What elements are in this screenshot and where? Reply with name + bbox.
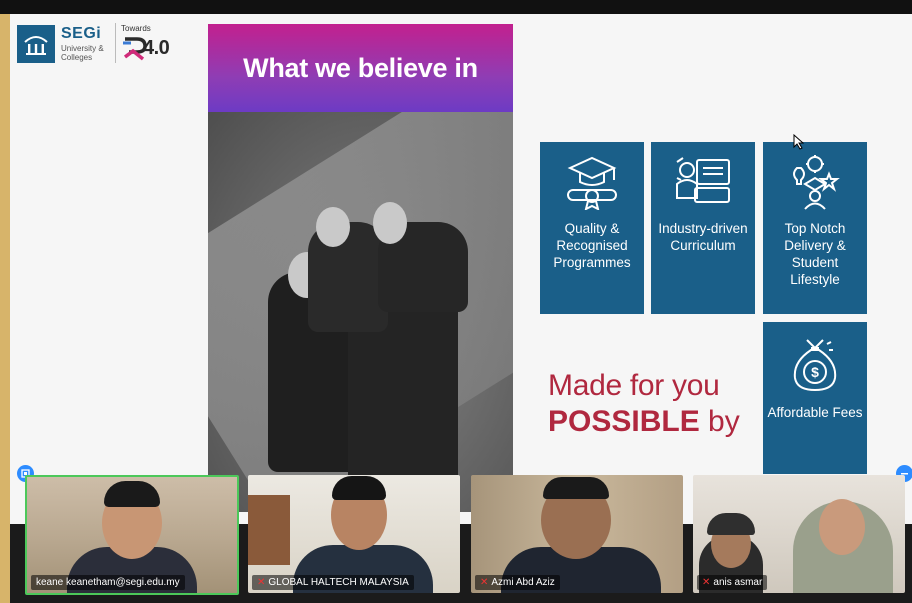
muted-mic-icon: ✕ — [702, 577, 711, 588]
graduates-photo — [208, 112, 513, 512]
participant-video-tile[interactable]: ✕ Azmi Abd Aziz — [471, 475, 683, 593]
participant-name: Azmi Abd Aziz — [491, 577, 555, 588]
logo-towards-text: Towards — [121, 24, 151, 33]
tagline-line-1: Made for you — [548, 369, 720, 402]
participant-video-strip: keane keanetham@segi.edu.my ✕ GLOBAL HAL… — [0, 470, 912, 603]
delivery-lifestyle-tile: Top Notch Delivery & Student Lifestyle — [763, 142, 867, 314]
participant-name-label: ✕ anis asmar — [697, 575, 768, 590]
mouse-cursor-icon — [793, 134, 805, 150]
segi-logo: SEGi University & Colleges Towards 4.0 — [17, 21, 197, 63]
participant-name-label: keane keanetham@segi.edu.my — [31, 575, 185, 590]
quality-programmes-tile: Quality & Recognised Programmes — [540, 142, 644, 314]
logo-subtitle: University & Colleges — [61, 44, 104, 62]
bookshelf — [248, 495, 290, 565]
student-lifestyle-icon — [793, 155, 840, 210]
shared-screen-slide: SEGi University & Colleges Towards 4.0 W… — [10, 14, 912, 524]
participant-hair — [104, 481, 160, 507]
tile-label: Industry-driven Curriculum — [658, 221, 748, 253]
tagline-line-2: POSSIBLE by — [548, 405, 740, 439]
slide-title-banner: What we believe in — [208, 24, 513, 112]
affordable-fees-tile: $ Affordable Fees — [763, 322, 867, 474]
participant-hijab — [707, 513, 755, 535]
muted-mic-icon: ✕ — [257, 577, 266, 588]
participant-name-label: ✕ Azmi Abd Aziz — [475, 575, 560, 590]
participant-video-tile[interactable]: ✕ anis asmar — [693, 475, 905, 593]
participant-name: keane keanetham@segi.edu.my — [36, 577, 180, 588]
money-bag-icon: $ — [793, 339, 837, 392]
svg-text:$: $ — [811, 364, 819, 380]
participant-name-label: ✕ GLOBAL HALTECH MALAYSIA — [252, 575, 414, 590]
tagline: Made for you POSSIBLE by — [548, 369, 740, 439]
window-top-bar — [0, 0, 912, 14]
industry-worker-icon — [676, 157, 730, 203]
university-building-icon — [17, 25, 55, 63]
tile-label: Quality & Recognised Programmes — [553, 221, 631, 270]
participant-video-tile[interactable]: ✕ GLOBAL HALTECH MALAYSIA — [248, 475, 460, 593]
tile-label: Affordable Fees — [767, 405, 863, 420]
graduation-diploma-icon — [567, 156, 617, 210]
participant-name: GLOBAL HALTECH MALAYSIA — [268, 577, 409, 588]
muted-mic-icon: ✕ — [480, 577, 489, 588]
logo-divider — [115, 23, 116, 63]
participant-face — [819, 499, 865, 555]
participant-hair — [543, 477, 609, 499]
logo-name: SEGi — [61, 25, 102, 42]
tagline-bold: POSSIBLE — [548, 405, 700, 438]
participant-name: anis asmar — [713, 577, 763, 588]
tagline-rest: by — [708, 405, 740, 438]
participant-hair — [332, 476, 386, 500]
slide-title: What we believe in — [243, 52, 478, 83]
industry-curriculum-tile: Industry-driven Curriculum — [651, 142, 755, 314]
tile-label: Top Notch Delivery & Student Lifestyle — [784, 221, 846, 287]
participant-video-tile[interactable]: keane keanetham@segi.edu.my — [25, 475, 239, 595]
logo-ir-version: 4.0 — [143, 37, 170, 59]
